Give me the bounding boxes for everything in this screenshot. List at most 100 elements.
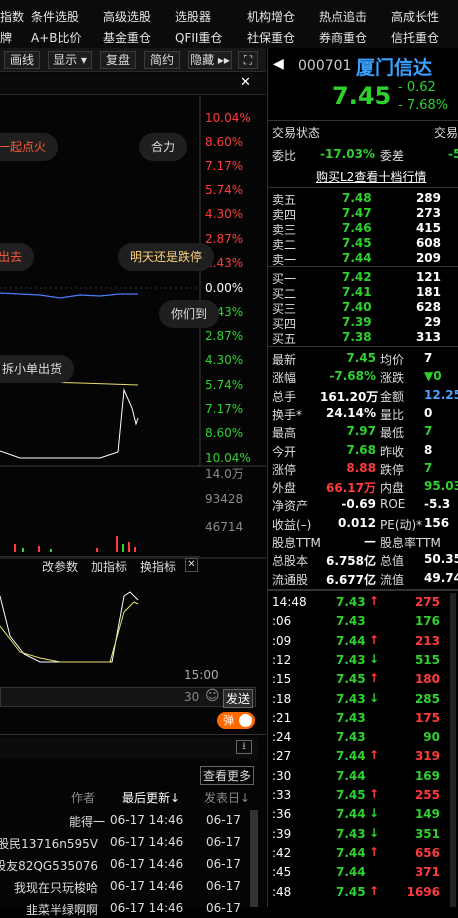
quote-value: 50.35 [424,552,458,567]
last-price: 7.45 [332,82,392,110]
comment-input[interactable]: 30 ☺ 发送 [0,687,256,708]
quote-value: 95.03 [424,479,458,494]
menu-item-brand[interactable]: 牌 [0,29,12,46]
scrollbar[interactable] [250,810,258,907]
trade-arrow-icon: ↑ [369,748,380,763]
view-more-button[interactable]: 查看更多 [200,766,255,785]
tick-label: 8.60% [205,135,244,149]
bid-price[interactable]: 7.40 [342,300,372,314]
danmu-bubble: 一起点火 [0,133,59,161]
trade-time: :42 [272,845,292,860]
ask-price[interactable]: 7.46 [342,221,372,235]
menu-item-broker-heavy[interactable]: 券商重仓 [319,29,367,46]
trade-price: 7.44 [336,807,366,822]
add-indicator-button[interactable]: 加指标 [91,558,127,575]
col-last-update[interactable]: 最后更新↓ [122,789,180,806]
price-change-pct: - 7.68% [398,98,449,113]
bid-price[interactable]: 7.39 [342,315,372,329]
trade-price: 7.44 [336,749,366,764]
menu-item-hot-chase[interactable]: 热点追击 [319,8,367,25]
forum-update-time: 06-17 14:46 [110,813,184,827]
modify-params-button[interactable]: 改参数 [42,558,78,575]
l2-purchase-link[interactable]: 购买L2查看十档行情 [316,168,426,185]
fullscreen-icon[interactable]: ⛶ [238,51,258,69]
quote-value: 7 [424,460,433,475]
forum-author[interactable]: 我现在只玩梭哈 [0,879,98,896]
quote-value: 66.17万 [326,481,376,496]
menu-item-condition-pick[interactable]: 条件选股 [31,8,79,25]
quote-value: -5.3 [424,497,451,512]
quote-label: 总股本 [272,554,309,569]
simple-button[interactable]: 简约 [144,51,180,69]
trade-volume: 180 [414,672,440,687]
quote-value: 7.97 [346,424,376,439]
hide-button[interactable]: 隐藏 ▸▸ [188,51,232,69]
tick-label: 5.74% [205,378,244,392]
download-icon[interactable]: ⭳ [236,740,252,754]
trade-time: :48 [272,884,292,899]
trade-time: :09 [272,633,292,648]
trade-time: :36 [272,807,292,822]
col-author[interactable]: 作者 [71,789,95,806]
bid-price[interactable]: 7.42 [342,270,372,284]
trade-volume: 255 [414,788,440,802]
danmu-toggle[interactable]: 弹 [217,712,255,729]
stock-name: 厦门信达 [356,57,433,79]
send-button[interactable]: 发送 [223,689,254,708]
emoji-icon[interactable]: ☺ [205,688,220,704]
close-icon[interactable]: ✕ [240,75,251,90]
trade-price: 7.44 [336,865,366,880]
trade-arrow-icon: ↓ [369,690,380,705]
bid-volume: 121 [415,270,441,284]
price-change: - 0.62 [398,80,436,95]
replay-button[interactable]: 复盘 [100,51,136,69]
trade-price: 7.45 [336,884,366,899]
menu-item-stock-picker[interactable]: 选股器 [175,8,211,25]
quote-value: 7.68 [346,442,376,457]
trade-scrollbar[interactable] [450,593,456,907]
quote-label: 外盘 [272,481,297,496]
forum-author[interactable]: 股民13716n595V [0,835,98,852]
bid-volume: 181 [415,285,441,299]
quote-value: 24.14% [326,405,376,420]
trade-time: :18 [272,691,292,706]
menu-item-advanced-pick[interactable]: 高级选股 [103,8,151,25]
ask-price[interactable]: 7.48 [342,191,372,205]
forum-author[interactable]: 股友82QG535076 [0,857,98,874]
display-dropdown[interactable]: 显示 ▾ [48,51,92,69]
quote-value: — [364,534,376,548]
trade-time: :30 [272,768,292,783]
tick-label: 7.17% [205,159,244,173]
quote-label: 昨收 [380,444,405,459]
quote-label: 流通股 [272,572,309,587]
menu-item-fund-heavy[interactable]: 基金重仓 [103,29,151,46]
ask-price[interactable]: 7.45 [342,236,372,250]
menu-item-ab-compare[interactable]: A+B比价 [31,29,82,46]
trade-volume: 175 [414,710,440,725]
ask-price[interactable]: 7.44 [342,251,372,265]
quote-value: 6.758亿 [326,554,376,569]
back-icon[interactable]: ◀ [273,56,284,72]
trade-arrow-icon: ↓ [369,825,380,840]
draw-line-button[interactable]: 画线 [4,51,40,69]
ask-price[interactable]: 7.47 [342,206,372,220]
tick-label: 7.17% [205,402,244,416]
menu-item-high-growth[interactable]: 高成长性 [391,8,439,25]
tick-label: 4.30% [205,207,244,221]
bid-price[interactable]: 7.38 [342,330,372,344]
switch-indicator-button[interactable]: 换指标 [140,558,176,575]
menu-item-qfii-heavy[interactable]: QFII重仓 [175,29,222,46]
col-post-date[interactable]: 发表日↓ [204,789,250,806]
forum-author[interactable]: 能得一 [57,813,105,830]
trade-price: 7.45 [336,788,366,802]
quote-value: 49.74 [424,570,458,585]
menu-item-index[interactable]: 指数 [0,8,24,25]
menu-item-social-heavy[interactable]: 社保重仓 [247,29,295,46]
trade-time: :45 [272,865,292,880]
forum-author[interactable]: 韭菜半绿啊啊 [0,901,98,918]
bid-price[interactable]: 7.41 [342,285,372,299]
trade-time: :24 [272,730,292,745]
menu-item-inst-add[interactable]: 机构增仓 [247,8,295,25]
menu-item-trust-heavy[interactable]: 信托重仓 [391,29,439,46]
close-icon[interactable]: ✕ [185,558,198,572]
